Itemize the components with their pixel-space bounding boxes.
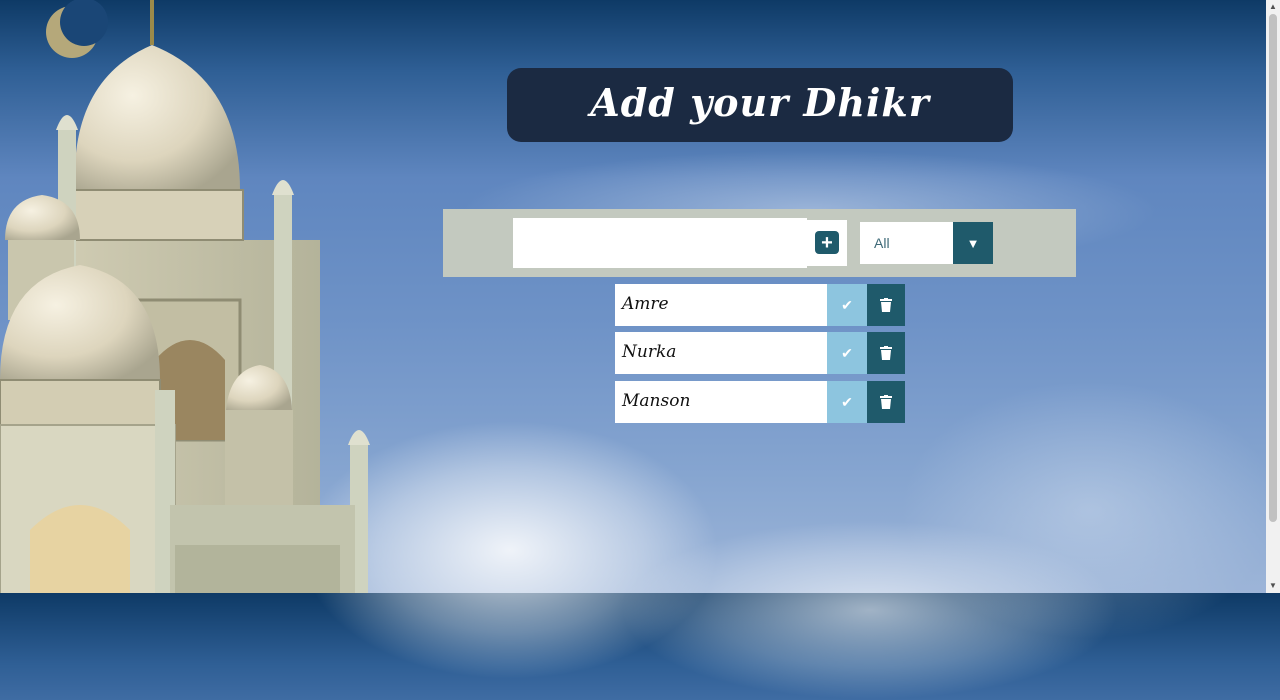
scroll-down-icon[interactable]: ▼	[1269, 581, 1277, 591]
complete-button[interactable]: ✔	[827, 332, 867, 374]
check-icon: ✔	[841, 344, 853, 361]
add-button-container: +	[807, 220, 847, 266]
complete-button[interactable]: ✔	[827, 381, 867, 423]
list-item-label: Manson	[615, 381, 827, 423]
filter-selected-value: All	[874, 235, 890, 251]
dhikr-input[interactable]	[513, 218, 807, 268]
scrollbar-thumb[interactable]	[1269, 14, 1277, 522]
list-item: Amre ✔	[615, 284, 905, 326]
trash-icon	[880, 346, 892, 360]
delete-button[interactable]	[867, 284, 905, 326]
add-button[interactable]: +	[815, 231, 839, 254]
todo-form: + All ▼	[443, 209, 1076, 277]
filter-select[interactable]: All ▼	[860, 222, 993, 264]
page-title: Add your Dhikr	[590, 79, 930, 125]
list-item-label: Nurka	[615, 332, 827, 374]
scroll-up-icon[interactable]: ▲	[1269, 2, 1277, 12]
vertical-scrollbar[interactable]: ▲ ▼	[1266, 0, 1280, 593]
title-banner: Add your Dhikr	[507, 68, 1013, 142]
delete-button[interactable]	[867, 332, 905, 374]
dropdown-arrow-icon[interactable]: ▼	[953, 222, 993, 264]
list-item: Nurka ✔	[615, 332, 905, 374]
check-icon: ✔	[841, 296, 853, 313]
list-item: Manson ✔	[615, 381, 905, 423]
list-item-label: Amre	[615, 284, 827, 326]
complete-button[interactable]: ✔	[827, 284, 867, 326]
mosque-illustration	[0, 0, 370, 593]
check-icon: ✔	[841, 393, 853, 410]
plus-icon: +	[821, 231, 833, 254]
trash-icon	[880, 298, 892, 312]
crescent-moon-icon	[46, 0, 108, 58]
trash-icon	[880, 395, 892, 409]
delete-button[interactable]	[867, 381, 905, 423]
